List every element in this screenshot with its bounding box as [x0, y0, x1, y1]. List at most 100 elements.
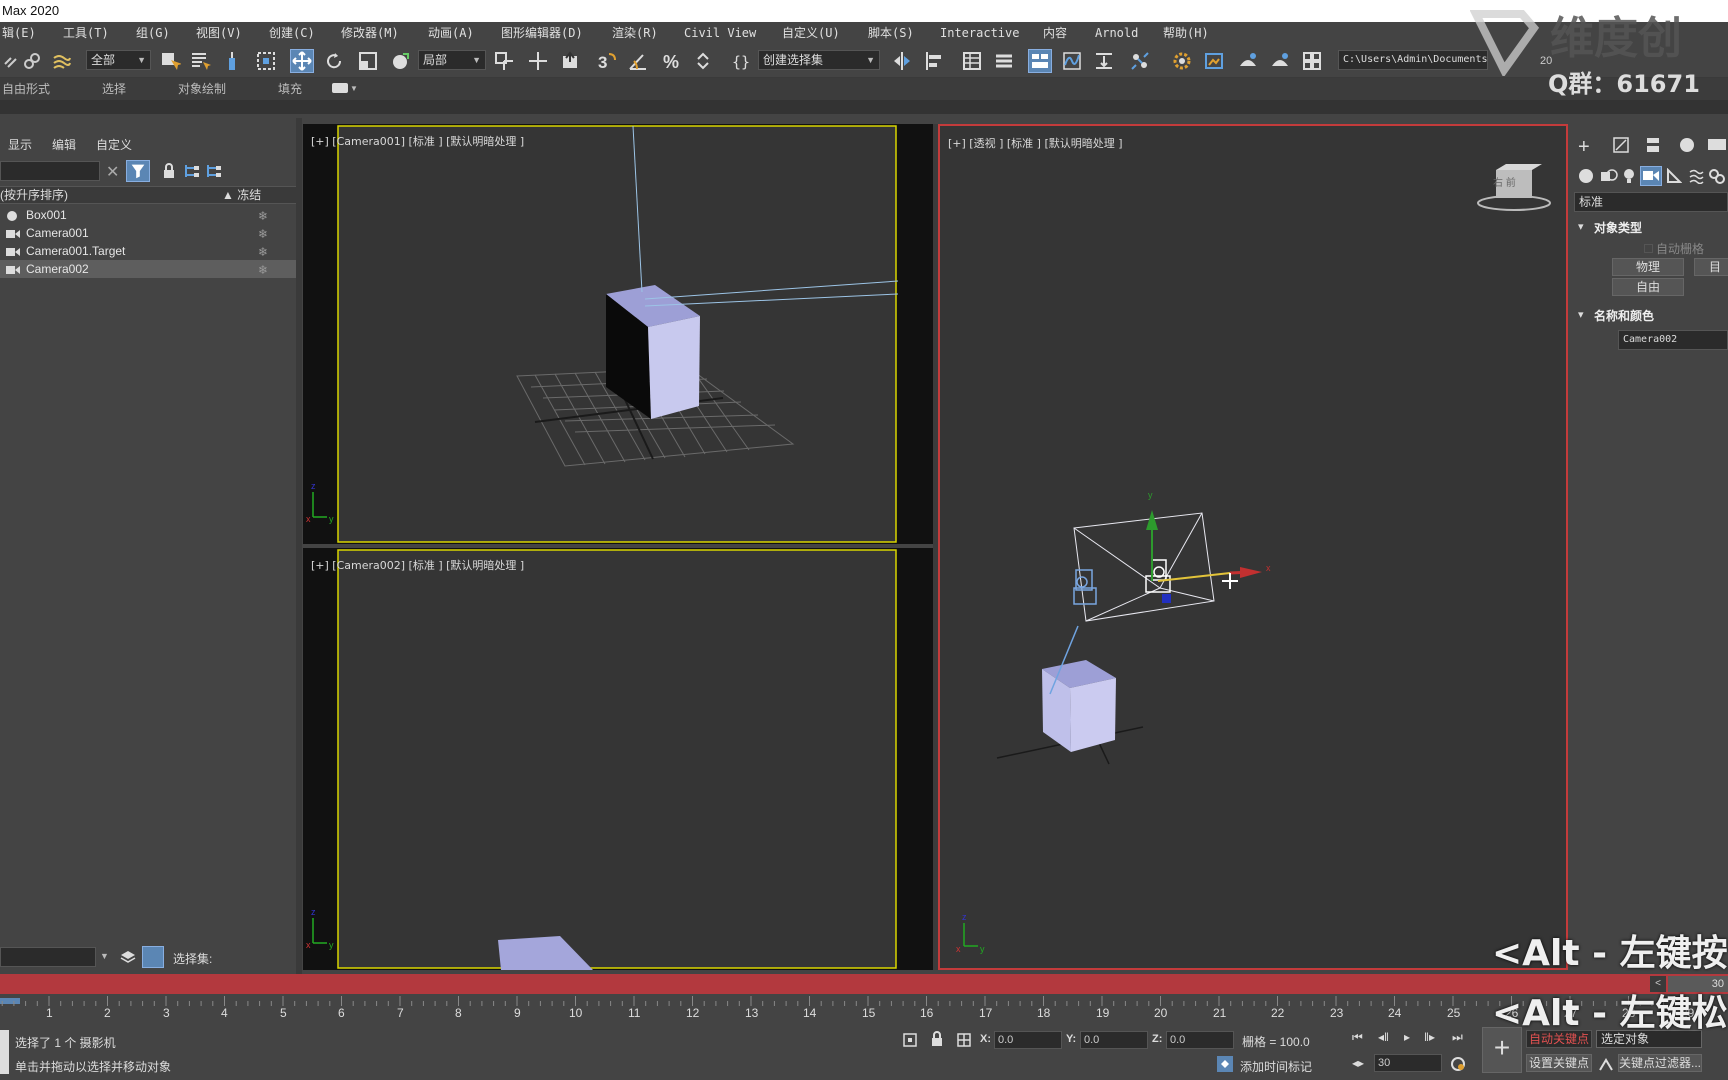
- menu-civil-view[interactable]: Civil View: [684, 22, 756, 44]
- menu-rendering[interactable]: 渲染(R): [612, 22, 658, 44]
- select-by-name-icon[interactable]: [188, 49, 212, 73]
- project-path-field[interactable]: C:\Users\Admin\Documents: [1338, 50, 1488, 70]
- selection-lock-icon[interactable]: [930, 1031, 944, 1050]
- modify-tab-icon[interactable]: [1612, 136, 1630, 157]
- viewport-perspective[interactable]: y x x y z [+] [透视 ] [标准 ] [默认明暗处理 ] 右 前: [938, 124, 1568, 970]
- space-warps-icon[interactable]: [1688, 168, 1704, 187]
- rollout-arrow-icon[interactable]: ▾: [1578, 220, 1584, 233]
- target-camera-button[interactable]: 目: [1694, 258, 1728, 276]
- close-icon[interactable]: ✕: [106, 162, 119, 182]
- select-region-icon[interactable]: [222, 49, 246, 73]
- snaps-toggle-icon[interactable]: 3: [594, 49, 618, 73]
- spinner-snap-icon[interactable]: [692, 49, 716, 73]
- chevron-down-icon[interactable]: ▼: [350, 78, 358, 100]
- menu-animation[interactable]: 动画(A): [428, 22, 474, 44]
- explorer-row-camera002[interactable]: Camera002 ❄: [0, 260, 296, 278]
- material-editor-icon[interactable]: [1128, 49, 1152, 73]
- time-slider[interactable]: < 30: [0, 974, 1728, 994]
- select-and-rotate-icon[interactable]: [322, 49, 346, 73]
- current-frame-field[interactable]: 30: [1374, 1054, 1442, 1072]
- explorer-row-box001[interactable]: Box001 ❄: [0, 206, 296, 224]
- menu-arnold[interactable]: Arnold: [1095, 22, 1138, 44]
- keyboard-shortcut-override-icon[interactable]: [558, 49, 582, 73]
- select-manipulate-icon[interactable]: [526, 49, 550, 73]
- time-config-arrows-icon[interactable]: ◂▸: [1352, 1056, 1364, 1070]
- category-dropdown[interactable]: 标准: [1574, 192, 1728, 212]
- go-to-start-icon[interactable]: ⏮: [1352, 1030, 1363, 1045]
- align-icon[interactable]: [922, 49, 946, 73]
- named-selection-dropdown[interactable]: 创建选择集 ▼: [758, 50, 880, 70]
- column-freeze-header[interactable]: ▲ 冻结: [222, 187, 261, 203]
- set-key-button[interactable]: 设置关键点: [1526, 1054, 1592, 1072]
- cameras-icon[interactable]: [1640, 166, 1662, 186]
- select-and-move-icon[interactable]: [290, 49, 314, 73]
- explorer-menu-display[interactable]: 显示: [8, 136, 32, 153]
- rollout-object-type[interactable]: 对象类型: [1594, 219, 1642, 236]
- add-time-tag-label[interactable]: 添加时间标记: [1240, 1058, 1312, 1075]
- menu-graph-editors[interactable]: 图形编辑器(D): [501, 22, 583, 44]
- render-in-cloud-icon[interactable]: [1268, 49, 1292, 73]
- toggle-ribbon-icon[interactable]: [1028, 49, 1052, 73]
- select-and-scale-icon[interactable]: [356, 49, 380, 73]
- explorer-row-camera001[interactable]: Camera001 ❄: [0, 224, 296, 242]
- render-production-icon[interactable]: [1236, 49, 1260, 73]
- play-icon[interactable]: ▸: [1404, 1030, 1410, 1044]
- render-setup-icon[interactable]: [1170, 49, 1194, 73]
- menu-interactive[interactable]: Interactive: [940, 22, 1019, 44]
- track-bar[interactable]: 1 2 3 4 5 6 7 8 9 10 11 12 13 14 15 16 1…: [0, 994, 1728, 1022]
- freeze-icon[interactable]: ❄: [258, 225, 268, 243]
- menu-tools[interactable]: 工具(T): [63, 22, 109, 44]
- lights-icon[interactable]: [1622, 168, 1636, 187]
- percent-snap-icon[interactable]: %: [660, 49, 684, 73]
- isolate-selection-icon[interactable]: [902, 1032, 918, 1051]
- go-to-end-icon[interactable]: ⏭: [1452, 1030, 1463, 1045]
- viewport-label[interactable]: [+] [Camera002] [标准 ] [默认明暗处理 ]: [311, 557, 524, 573]
- absolute-mode-icon[interactable]: [956, 1032, 972, 1051]
- shapes-icon[interactable]: [1600, 168, 1618, 187]
- unlink-icon[interactable]: [20, 49, 44, 73]
- time-configuration-icon[interactable]: [1450, 1056, 1466, 1075]
- select-and-place-icon[interactable]: [388, 49, 412, 73]
- geometry-icon[interactable]: [1578, 168, 1594, 187]
- bind-space-warp-icon[interactable]: [50, 49, 74, 73]
- ribbon-tab-populate[interactable]: 填充: [278, 78, 302, 100]
- key-filters-button[interactable]: 关键点过滤器...: [1618, 1054, 1702, 1072]
- previous-frame-icon[interactable]: ◂‖: [1378, 1030, 1389, 1044]
- hierarchy-icon[interactable]: [184, 163, 200, 182]
- viewport-label[interactable]: [+] [透视 ] [标准 ] [默认明暗处理 ]: [948, 135, 1123, 151]
- menu-modifiers[interactable]: 修改器(M): [341, 22, 399, 44]
- maxscript-listener-button[interactable]: [0, 1030, 9, 1074]
- menu-scripting[interactable]: 脚本(S): [868, 22, 914, 44]
- sort-hierarchy-icon[interactable]: [142, 946, 164, 968]
- key-filters-icon[interactable]: [1598, 1056, 1614, 1075]
- freeze-icon[interactable]: ❄: [258, 207, 268, 225]
- reference-coord-dropdown[interactable]: 局部 ▼: [418, 50, 486, 70]
- filter-icon[interactable]: [126, 160, 150, 182]
- menu-customize[interactable]: 自定义(U): [782, 22, 840, 44]
- viewcube[interactable]: 右 前: [1493, 174, 1516, 189]
- freeze-icon[interactable]: ❄: [258, 261, 268, 279]
- viewport-camera001[interactable]: x y z [+] [Camera001] [标准 ] [默认明暗处理 ]: [303, 124, 933, 544]
- toggle-scene-explorer-icon[interactable]: [960, 49, 984, 73]
- time-tag-icon[interactable]: [1216, 1055, 1234, 1076]
- angle-snap-icon[interactable]: [626, 49, 650, 73]
- menu-group[interactable]: 组(G): [136, 22, 170, 44]
- explorer-menu-customize[interactable]: 自定义: [96, 136, 132, 153]
- systems-icon[interactable]: [1708, 168, 1726, 187]
- ribbon-tab-freeform[interactable]: 自由形式: [2, 78, 50, 100]
- chevron-down-icon[interactable]: ▼: [100, 951, 109, 961]
- explorer-search-input[interactable]: [0, 161, 100, 181]
- mirror-icon[interactable]: [890, 49, 914, 73]
- free-camera-button[interactable]: 自由: [1612, 278, 1684, 296]
- z-coord-field[interactable]: 0.0: [1166, 1031, 1234, 1049]
- window-crossing-icon[interactable]: [254, 49, 278, 73]
- helpers-icon[interactable]: [1666, 167, 1683, 187]
- a360-gallery-icon[interactable]: [1300, 49, 1324, 73]
- layer-explorer-icon[interactable]: [992, 49, 1016, 73]
- motion-tab-icon[interactable]: [1674, 136, 1696, 157]
- menu-create[interactable]: 创建(C): [269, 22, 315, 44]
- autogrid-checkbox[interactable]: 自动栅格: [1644, 240, 1704, 257]
- rendered-frame-window-icon[interactable]: [1202, 49, 1226, 73]
- schematic-view-icon[interactable]: [1092, 49, 1116, 73]
- ribbon-tab-object-paint[interactable]: 对象绘制: [178, 78, 226, 100]
